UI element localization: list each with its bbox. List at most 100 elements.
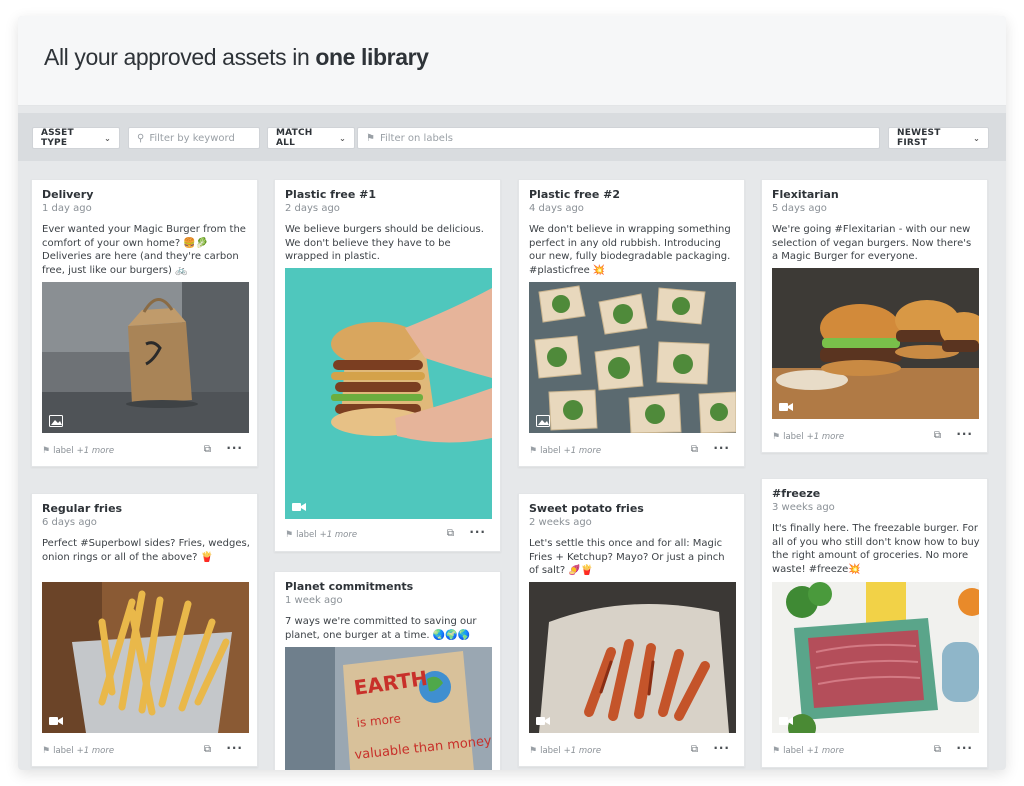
copy-icon[interactable]: ⧉: [934, 430, 941, 441]
card-more-labels[interactable]: +1 more: [77, 446, 114, 456]
app-frame: All your approved assets in one library …: [18, 16, 1006, 770]
card-thumbnail[interactable]: [42, 582, 249, 733]
card-more-labels[interactable]: +1 more: [320, 530, 357, 540]
card-more-labels[interactable]: +1 more: [807, 432, 844, 442]
card-time: 4 days ago: [529, 203, 584, 214]
card-thumbnail[interactable]: [772, 582, 979, 733]
tag-icon: ⚑: [366, 132, 375, 144]
card-footer: ⚑ label +1 more ⧉ ···: [42, 441, 249, 458]
card-thumbnail[interactable]: [285, 268, 492, 519]
card-title: Plastic free #2: [529, 188, 621, 201]
card-more-labels[interactable]: +1 more: [564, 446, 601, 456]
page-title-prefix: All your approved assets in: [44, 44, 316, 70]
card-time: 6 days ago: [42, 517, 97, 528]
copy-icon[interactable]: ⧉: [934, 744, 941, 755]
card-thumbnail[interactable]: EARTH is more valuable than money: [285, 647, 492, 770]
card-more-labels[interactable]: +1 more: [807, 746, 844, 756]
video-icon: [292, 501, 306, 513]
keyword-filter-input[interactable]: ⚲ Filter by keyword: [128, 127, 260, 149]
card-footer: ⚑ label +1 more ⧉ ···: [529, 441, 736, 458]
delivery-photo: [42, 282, 249, 433]
page-title: All your approved assets in one library: [44, 44, 429, 71]
card-description: We're going #Flexitarian - with our new …: [772, 224, 972, 263]
copy-icon[interactable]: ⧉: [447, 528, 454, 539]
tag-icon: ⚑: [772, 746, 781, 756]
match-dropdown[interactable]: MATCH ALL ⌄: [267, 127, 355, 149]
tag-icon: ⚑: [772, 432, 781, 442]
more-icon[interactable]: ···: [713, 741, 730, 755]
tag-icon: ⚑: [42, 446, 51, 456]
copy-icon[interactable]: ⧉: [691, 444, 698, 455]
card-label[interactable]: label: [540, 746, 561, 756]
card-thumbnail[interactable]: [42, 282, 249, 433]
card-description: It's finally here. The freezable burger.…: [772, 523, 980, 575]
card-footer: ⚑ label +1 more ⧉ ···: [42, 741, 249, 758]
card-title: #freeze: [772, 487, 821, 500]
page-header: All your approved assets in one library: [18, 16, 1006, 106]
asset-card[interactable]: Flexitarian 5 days ago We're going #Flex…: [761, 179, 988, 453]
asset-card[interactable]: Plastic free #1 2 days ago We believe bu…: [274, 179, 501, 552]
more-icon[interactable]: ···: [956, 741, 973, 755]
burgers-photo: [772, 268, 979, 419]
card-title: Flexitarian: [772, 188, 839, 201]
card-time: 1 day ago: [42, 203, 92, 214]
more-icon[interactable]: ···: [713, 441, 730, 455]
card-more-labels[interactable]: +1 more: [564, 746, 601, 756]
card-time: 3 weeks ago: [772, 502, 835, 513]
card-time: 2 weeks ago: [529, 517, 592, 528]
labels-filter-input[interactable]: ⚑ Filter on labels: [357, 127, 880, 149]
card-footer: ⚑ label +1 more ⧉ ···: [772, 427, 979, 444]
copy-icon[interactable]: ⧉: [204, 444, 211, 455]
card-description: Ever wanted your Magic Burger from the c…: [42, 224, 246, 276]
match-label: MATCH ALL: [276, 128, 313, 148]
card-label[interactable]: label: [783, 432, 804, 442]
sort-dropdown[interactable]: NEWEST FIRST ⌄: [888, 127, 989, 149]
card-label[interactable]: label: [296, 530, 317, 540]
card-thumbnail[interactable]: [529, 582, 736, 733]
chevron-down-icon: ⌄: [973, 133, 980, 143]
packaging-photo: [529, 282, 736, 433]
card-label[interactable]: label: [540, 446, 561, 456]
more-icon[interactable]: ···: [226, 741, 243, 755]
filter-bar: ASSET TYPE ⌄ ⚲ Filter by keyword MATCH A…: [18, 113, 1006, 161]
card-time: 2 days ago: [285, 203, 340, 214]
copy-icon[interactable]: ⧉: [204, 744, 211, 755]
asset-card[interactable]: Plastic free #2 4 days ago We don't beli…: [518, 179, 745, 467]
sort-label: NEWEST FIRST: [897, 128, 941, 148]
asset-card[interactable]: Delivery 1 day ago Ever wanted your Magi…: [31, 179, 258, 467]
asset-card[interactable]: #freeze 3 weeks ago It's finally here. T…: [761, 478, 988, 768]
card-title: Sweet potato fries: [529, 502, 644, 515]
fries-photo: [42, 582, 249, 733]
card-description: We believe burgers should be delicious. …: [285, 224, 484, 263]
card-footer: ⚑ label +1 more ⧉ ···: [772, 741, 979, 758]
card-description: Perfect #Superbowl sides? Fries, wedges,…: [42, 538, 250, 563]
image-icon: [536, 415, 550, 427]
page-title-bold: one library: [315, 44, 429, 70]
keyword-placeholder: Filter by keyword: [149, 132, 235, 144]
card-more-labels[interactable]: +1 more: [77, 746, 114, 756]
card-description: 7 ways we're committed to saving our pla…: [285, 616, 477, 641]
copy-icon[interactable]: ⧉: [691, 744, 698, 755]
card-footer: ⚑ label +1 more ⧉ ···: [529, 741, 736, 758]
video-icon: [779, 715, 793, 727]
card-label[interactable]: label: [53, 446, 74, 456]
card-thumbnail[interactable]: [529, 282, 736, 433]
card-description: We don't believe in wrapping something p…: [529, 224, 731, 276]
card-label[interactable]: label: [53, 746, 74, 756]
more-icon[interactable]: ···: [469, 525, 486, 539]
asset-card[interactable]: Planet commitments 1 week ago 7 ways we'…: [274, 571, 501, 770]
chevron-down-icon: ⌄: [339, 133, 346, 143]
card-label[interactable]: label: [783, 746, 804, 756]
more-icon[interactable]: ···: [956, 427, 973, 441]
more-icon[interactable]: ···: [226, 441, 243, 455]
tag-icon: ⚑: [285, 530, 294, 540]
tag-icon: ⚑: [42, 746, 51, 756]
burger-hands-photo: [285, 268, 492, 519]
asset-type-dropdown[interactable]: ASSET TYPE ⌄: [32, 127, 120, 149]
asset-card[interactable]: Regular fries 6 days ago Perfect #Superb…: [31, 493, 258, 767]
asset-card[interactable]: Sweet potato fries 2 weeks ago Let's set…: [518, 493, 745, 767]
tag-icon: ⚑: [529, 446, 538, 456]
card-footer: ⚑ label +1 more ⧉ ···: [285, 525, 492, 542]
video-icon: [779, 401, 793, 413]
card-thumbnail[interactable]: [772, 268, 979, 419]
